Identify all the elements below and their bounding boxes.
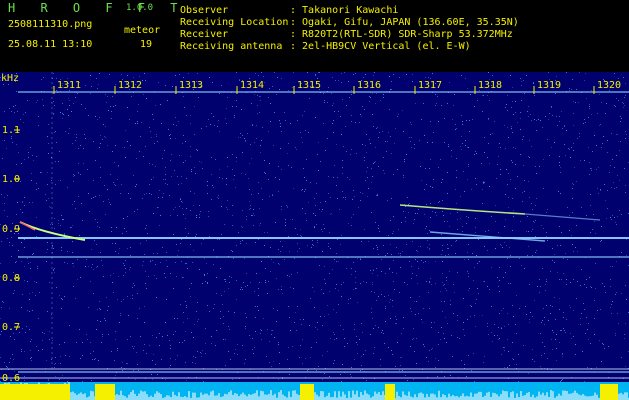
x-tick-1312: 1312: [118, 80, 143, 91]
app-version: 1.0.0: [126, 3, 154, 13]
spectrogram-canvas: [0, 72, 629, 400]
antenna-label: Receiving antenna: [180, 41, 283, 52]
x-tick-1311: 1311: [57, 80, 82, 91]
y-tick-1.1: 1.1: [2, 125, 21, 136]
y-tick-0.6: 0.6: [2, 373, 21, 384]
receiver-value: : R820T2(RTL-SDR) SDR-Sharp 53.372MHz: [290, 29, 513, 40]
receiver-label: Receiver: [180, 29, 229, 40]
observer-label: Observer: [180, 5, 229, 16]
x-tick-1315: 1315: [297, 80, 322, 91]
x-tick-1316: 1316: [357, 80, 382, 91]
signal-level-bar: [0, 382, 629, 400]
header-panel: H R O F F T 1.0.0 2508111310.png 25.08.1…: [0, 0, 629, 72]
spectrogram-background: [0, 72, 629, 400]
file-name: 2508111310.png: [8, 19, 93, 30]
antenna-value: : 2el-HB9CV Vertical (el. E-W): [290, 41, 471, 52]
meteor-count: 19: [140, 39, 153, 50]
app-brand: H R O F F T: [8, 1, 187, 15]
y-tick-1.0: 1.0: [2, 174, 21, 185]
x-tick-1313: 1313: [179, 80, 204, 91]
meteor-label: meteor: [124, 25, 161, 36]
x-tick-1320: 1320: [597, 80, 622, 91]
x-tick-1318: 1318: [478, 80, 503, 91]
observer-value: : Takanori Kawachi: [290, 5, 399, 16]
x-tick-1314: 1314: [240, 80, 265, 91]
y-unit-label: kHz: [1, 73, 20, 84]
y-tick-0.8: 0.8: [2, 273, 21, 284]
y-tick-0.7: 0.7: [2, 322, 21, 333]
y-tick-0.9: 0.9: [2, 224, 21, 235]
x-tick-1317: 1317: [418, 80, 443, 91]
location-label: Receiving Location: [180, 17, 289, 28]
location-value: : Ogaki, Gifu, JAPAN (136.60E, 35.35N): [290, 17, 519, 28]
capture-datetime: 25.08.11 13:10: [8, 39, 93, 50]
x-tick-1319: 1319: [537, 80, 562, 91]
